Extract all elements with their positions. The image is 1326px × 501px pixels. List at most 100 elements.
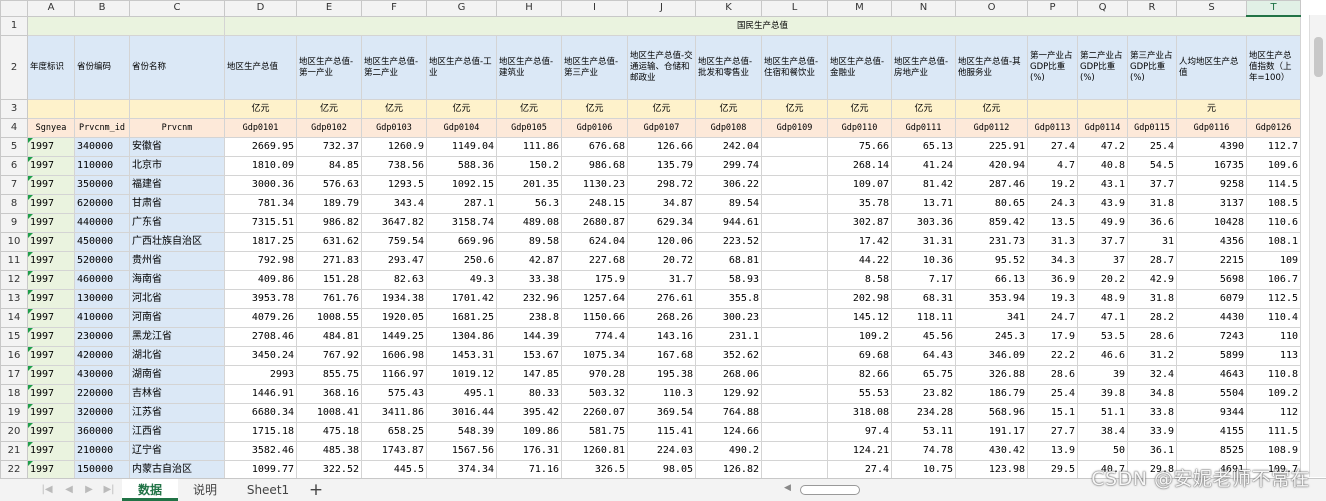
table-cell[interactable]: 江苏省 xyxy=(129,403,225,423)
table-cell[interactable]: 10428 xyxy=(1176,213,1247,233)
table-cell[interactable]: 9344 xyxy=(1176,403,1247,423)
table-cell[interactable]: 352.62 xyxy=(695,346,762,366)
table-cell[interactable]: 35.78 xyxy=(827,194,892,214)
first-sheet-icon[interactable]: |◀ xyxy=(40,482,54,498)
table-cell[interactable]: 676.68 xyxy=(561,137,628,157)
table-cell[interactable] xyxy=(761,384,828,404)
table-cell[interactable]: 95.52 xyxy=(955,251,1028,271)
table-cell[interactable]: 658.25 xyxy=(361,422,427,442)
header-cell[interactable]: 第一产业占GDP比重(%) xyxy=(1027,35,1078,100)
unit-cell[interactable]: 亿元 xyxy=(627,99,696,119)
row-number[interactable]: 10 xyxy=(0,232,28,252)
table-cell[interactable]: 350000 xyxy=(74,175,130,195)
code-cell[interactable]: Gdp0109 xyxy=(761,118,828,138)
table-cell[interactable]: 3016.44 xyxy=(426,403,497,423)
table-cell[interactable]: 629.34 xyxy=(627,213,696,233)
table-cell[interactable]: 广东省 xyxy=(129,213,225,233)
table-cell[interactable]: 302.87 xyxy=(827,213,892,233)
code-cell[interactable]: Gdp0116 xyxy=(1176,118,1247,138)
table-cell[interactable]: 343.4 xyxy=(361,194,427,214)
table-cell[interactable]: 89.54 xyxy=(695,194,762,214)
table-cell[interactable]: 112 xyxy=(1246,403,1301,423)
header-cell[interactable]: 地区生产总值-其他服务业 xyxy=(955,35,1028,100)
column-header-G[interactable]: G xyxy=(426,0,497,17)
header-cell[interactable]: 人均地区生产总值 xyxy=(1176,35,1247,100)
table-cell[interactable]: 732.37 xyxy=(296,137,362,157)
cell[interactable] xyxy=(27,15,225,36)
table-cell[interactable]: 6680.34 xyxy=(224,403,297,423)
table-cell[interactable]: 27.7 xyxy=(1027,422,1078,442)
table-cell[interactable]: 74.78 xyxy=(891,441,956,461)
table-cell[interactable] xyxy=(761,194,828,214)
code-cell[interactable]: Gdp0103 xyxy=(361,118,427,138)
table-cell[interactable]: 安徽省 xyxy=(129,137,225,157)
table-cell[interactable]: 北京市 xyxy=(129,156,225,176)
table-cell[interactable]: 1997 xyxy=(27,422,75,442)
code-cell[interactable]: Gdp0113 xyxy=(1027,118,1078,138)
table-cell[interactable]: 辽宁省 xyxy=(129,441,225,461)
table-cell[interactable]: 河南省 xyxy=(129,308,225,328)
table-cell[interactable]: 118.11 xyxy=(891,308,956,328)
table-cell[interactable]: 7315.51 xyxy=(224,213,297,233)
table-cell[interactable]: 福建省 xyxy=(129,175,225,195)
table-cell[interactable]: 581.75 xyxy=(561,422,628,442)
table-cell[interactable]: 318.08 xyxy=(827,403,892,423)
table-cell[interactable]: 1997 xyxy=(27,251,75,271)
table-cell[interactable]: 2260.07 xyxy=(561,403,628,423)
table-cell[interactable]: 15.1 xyxy=(1027,403,1078,423)
table-cell[interactable]: 110.8 xyxy=(1246,365,1301,385)
unit-cell[interactable]: 亿元 xyxy=(426,99,497,119)
unit-cell[interactable] xyxy=(27,99,75,119)
table-cell[interactable]: 191.17 xyxy=(955,422,1028,442)
column-header-J[interactable]: J xyxy=(627,0,696,17)
table-cell[interactable] xyxy=(761,327,828,347)
table-cell[interactable]: 111.5 xyxy=(1246,422,1301,442)
row-number[interactable]: 6 xyxy=(0,156,28,176)
table-cell[interactable]: 1997 xyxy=(27,270,75,290)
header-cell[interactable]: 地区生产总值-房地产业 xyxy=(891,35,956,100)
table-cell[interactable]: 1075.34 xyxy=(561,346,628,366)
table-cell[interactable]: 8.58 xyxy=(827,270,892,290)
table-cell[interactable]: 109.86 xyxy=(496,422,562,442)
table-cell[interactable] xyxy=(761,137,828,157)
table-cell[interactable]: 49.9 xyxy=(1077,213,1128,233)
table-cell[interactable]: 45.56 xyxy=(891,327,956,347)
row-number[interactable]: 16 xyxy=(0,346,28,366)
code-cell[interactable]: Prvcnm xyxy=(129,118,225,138)
table-cell[interactable]: 368.16 xyxy=(296,384,362,404)
header-cell[interactable]: 地区生产总值-第三产业 xyxy=(561,35,628,100)
row-number[interactable]: 9 xyxy=(0,213,28,233)
table-cell[interactable]: 445.5 xyxy=(361,460,427,480)
row-number[interactable]: 1 xyxy=(0,15,28,36)
code-cell[interactable]: Gdp0112 xyxy=(955,118,1028,138)
table-cell[interactable]: 268.14 xyxy=(827,156,892,176)
table-cell[interactable]: 346.09 xyxy=(955,346,1028,366)
row-number[interactable]: 11 xyxy=(0,251,28,271)
table-cell[interactable]: 19.3 xyxy=(1027,289,1078,309)
unit-cell[interactable]: 亿元 xyxy=(224,99,297,119)
code-cell[interactable]: Gdp0126 xyxy=(1246,118,1301,138)
code-cell[interactable]: Gdp0101 xyxy=(224,118,297,138)
table-cell[interactable]: 460000 xyxy=(74,270,130,290)
table-cell[interactable]: 4356 xyxy=(1176,232,1247,252)
column-header-H[interactable]: H xyxy=(496,0,562,17)
row-number[interactable]: 12 xyxy=(0,270,28,290)
table-cell[interactable]: 28.2 xyxy=(1127,308,1177,328)
table-cell[interactable] xyxy=(761,403,828,423)
table-cell[interactable]: 19.2 xyxy=(1027,175,1078,195)
header-cell[interactable]: 省份编码 xyxy=(74,35,130,100)
table-cell[interactable]: 4155 xyxy=(1176,422,1247,442)
table-cell[interactable]: 109.2 xyxy=(827,327,892,347)
table-cell[interactable]: 31.8 xyxy=(1127,289,1177,309)
table-cell[interactable]: 201.35 xyxy=(496,175,562,195)
table-cell[interactable]: 430.42 xyxy=(955,441,1028,461)
table-cell[interactable]: 620000 xyxy=(74,194,130,214)
header-cell[interactable]: 省份名称 xyxy=(129,35,225,100)
table-cell[interactable]: 贵州省 xyxy=(129,251,225,271)
table-cell[interactable]: 110.3 xyxy=(627,384,696,404)
table-cell[interactable]: 110.4 xyxy=(1246,308,1301,328)
table-cell[interactable]: 46.6 xyxy=(1077,346,1128,366)
table-cell[interactable]: 944.61 xyxy=(695,213,762,233)
column-header-C[interactable]: C xyxy=(129,0,225,17)
table-cell[interactable]: 80.33 xyxy=(496,384,562,404)
